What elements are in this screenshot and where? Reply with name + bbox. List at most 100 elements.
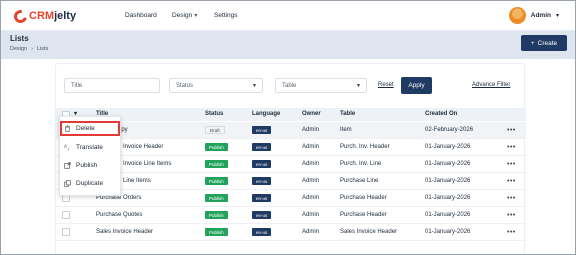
column-language[interactable]: Language <box>252 111 280 117</box>
dropdown-arrow-icon: ▼ <box>252 83 257 89</box>
row-created-on: 02-February-2026 <box>425 127 474 133</box>
language-badge: en-us <box>252 143 272 151</box>
language-badge: en-us <box>252 160 272 168</box>
reset-link[interactable]: Reset <box>378 82 394 88</box>
column-status[interactable]: Status <box>205 111 223 117</box>
page-title: Lists <box>10 34 29 43</box>
avatar <box>508 7 526 24</box>
app-window: CRMjelty Dashboard Design ▾ Settings Admi… <box>0 0 576 255</box>
status-badge: Publish <box>205 177 228 185</box>
status-badge: Publish <box>205 143 228 151</box>
status-badge: Publish <box>205 228 228 236</box>
more-options-icon[interactable]: ••• <box>507 127 516 134</box>
menu-item-publish[interactable]: Publish <box>64 162 97 169</box>
table-row[interactable]: Purchase Quotes Publish en-us Admin Purc… <box>56 207 526 224</box>
row-owner: Admin <box>302 144 320 150</box>
row-table: Purchase Header <box>340 195 387 201</box>
row-title[interactable]: Purchase Quotes <box>96 212 142 218</box>
table-row[interactable]: Sales Invoice Header Publish en-us Admin… <box>56 224 526 241</box>
status-badge: Draft <box>205 126 225 134</box>
table-filter-select[interactable]: Table ▼ <box>275 78 367 93</box>
row-table: Purch. Inv. Line <box>340 161 382 167</box>
row-owner: Admin <box>302 178 320 184</box>
breadcrumb-lists: Lists <box>36 46 49 52</box>
more-options-icon[interactable]: ••• <box>507 144 516 151</box>
chevron-down-icon: ▾ <box>194 13 198 19</box>
table-header: ▾ Title Status Language Owner Table Crea… <box>56 108 526 121</box>
svg-text:z: z <box>68 148 70 151</box>
breadcrumb: Design › Lists <box>10 46 48 52</box>
table-row[interactable]: opy Draft en-us Admin Item 02-February-2… <box>56 122 526 139</box>
table-row[interactable]: e Invoice Line Items Publish en-us Admin… <box>56 156 526 173</box>
advance-filter-link[interactable]: Advance Filter <box>472 82 510 88</box>
publish-icon <box>64 162 71 169</box>
row-checkbox[interactable] <box>62 211 70 219</box>
row-owner: Admin <box>302 212 320 218</box>
trash-icon <box>65 125 70 132</box>
user-menu[interactable]: Admin ▾ <box>508 7 559 24</box>
status-badge: Publish <box>205 211 228 219</box>
menu-item-delete[interactable]: Delete <box>64 125 95 132</box>
column-created-on[interactable]: Created On <box>425 111 457 117</box>
table-row[interactable]: e Invoice Header Publish en-us Admin Pur… <box>56 139 526 156</box>
plus-icon: + <box>530 39 535 47</box>
more-options-icon[interactable]: ••• <box>507 161 516 168</box>
column-table[interactable]: Table <box>340 111 355 117</box>
menu-item-translate[interactable]: Az Translate <box>64 144 103 151</box>
logo-text: CRMjelty <box>29 10 77 22</box>
nav-dashboard[interactable]: Dashboard <box>125 12 157 19</box>
row-table: Purchase Header <box>340 212 387 218</box>
translate-icon: Az <box>64 144 70 151</box>
row-table: Purchase Line <box>340 178 379 184</box>
breadcrumb-design[interactable]: Design <box>10 46 27 52</box>
top-navigation: CRMjelty Dashboard Design ▾ Settings Admi… <box>1 1 575 31</box>
row-table: Purch. Inv. Header <box>340 144 390 150</box>
row-title[interactable]: e Invoice Line Items <box>118 161 171 167</box>
status-badge: Publish <box>205 194 228 202</box>
more-options-icon[interactable]: ••• <box>507 195 516 202</box>
user-name: Admin <box>530 12 551 19</box>
duplicate-icon <box>64 180 71 187</box>
row-created-on: 01-January-2026 <box>425 195 471 201</box>
row-created-on: 01-January-2026 <box>425 178 471 184</box>
breadcrumb-separator-icon: › <box>31 46 33 52</box>
row-created-on: 01-January-2026 <box>425 144 471 150</box>
row-owner: Admin <box>302 127 320 133</box>
more-options-icon[interactable]: ••• <box>507 178 516 185</box>
nav-design[interactable]: Design ▾ <box>172 12 197 19</box>
row-title[interactable]: e Invoice Header <box>118 144 163 150</box>
svg-text:A: A <box>64 144 67 149</box>
chevron-down-icon: ▾ <box>555 13 559 19</box>
status-badge: Publish <box>205 160 228 168</box>
language-badge: en-us <box>252 177 272 185</box>
language-badge: en-us <box>252 194 272 202</box>
lists-card: Title Status ▼ Table ▼ Reset Apply Advance… <box>55 63 526 254</box>
row-created-on: 01-January-2026 <box>425 229 471 235</box>
logo-mark-icon <box>11 7 30 25</box>
bulk-actions-menu: Delete Az Translate Publish Duplicate <box>59 116 121 196</box>
title-filter-input[interactable]: Title <box>64 78 160 93</box>
apply-button[interactable]: Apply <box>401 77 432 94</box>
menu-item-duplicate[interactable]: Duplicate <box>64 180 103 187</box>
page-header: Lists Design › Lists + Create <box>1 31 575 59</box>
row-owner: Admin <box>302 161 320 167</box>
row-created-on: 01-January-2026 <box>425 212 471 218</box>
nav-settings[interactable]: Settings <box>214 12 238 19</box>
create-button[interactable]: + Create <box>521 35 567 51</box>
language-badge: en-us <box>252 211 272 219</box>
row-title[interactable]: Sales Invoice Header <box>96 229 153 235</box>
table-row[interactable]: Purchase Orders Publish en-us Admin Purc… <box>56 190 526 207</box>
status-filter-select[interactable]: Status ▼ <box>169 78 263 93</box>
more-options-icon[interactable]: ••• <box>507 229 516 236</box>
crmjetty-logo[interactable]: CRMjelty <box>11 7 77 25</box>
language-badge: en-us <box>252 228 272 236</box>
column-owner[interactable]: Owner <box>302 111 321 117</box>
row-checkbox[interactable] <box>62 228 70 236</box>
row-table: Sales Invoice Header <box>340 229 398 235</box>
more-options-icon[interactable]: ••• <box>507 212 516 219</box>
dropdown-arrow-icon: ▼ <box>356 83 361 89</box>
language-badge: en-us <box>252 126 272 134</box>
row-table: Item <box>340 127 352 133</box>
table-row[interactable]: Purchase Line Items Publish en-us Admin … <box>56 173 526 190</box>
row-owner: Admin <box>302 195 320 201</box>
